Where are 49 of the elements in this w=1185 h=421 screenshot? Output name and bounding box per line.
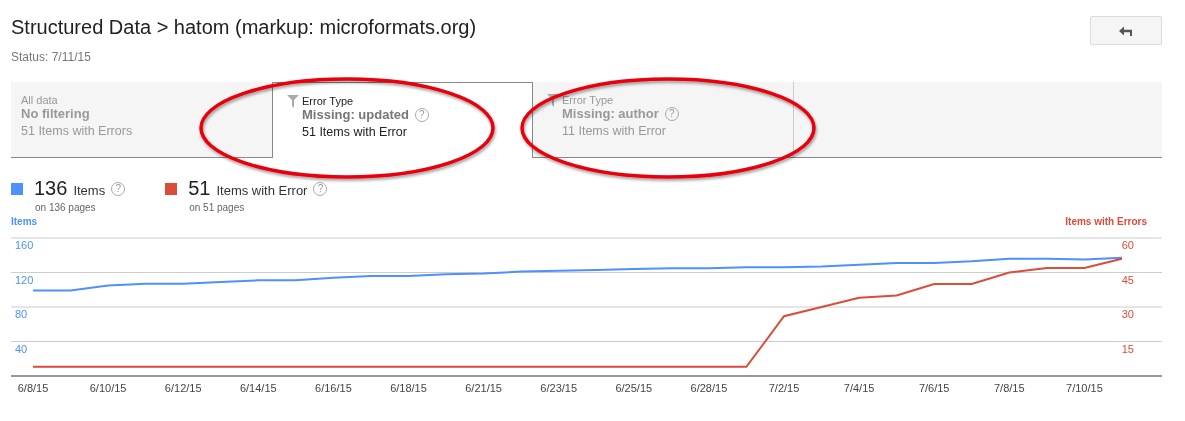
filter-title: Missing: author [562, 106, 659, 121]
filter-title: Missing: updated [302, 107, 409, 122]
legend-subtext: on 136 pages [35, 202, 97, 213]
legend-value: 51 [188, 177, 211, 200]
axis-title: Items [11, 216, 38, 227]
legend-label: Items [73, 183, 106, 198]
back-button[interactable] [1090, 16, 1162, 45]
x-tick-label: 7/2/15 [768, 382, 800, 394]
page-title: Structured Data > hatom (markup: microformats.org) [11, 16, 477, 39]
y-tick-label: 80 [15, 308, 28, 320]
x-tick-label: 7/6/15 [918, 382, 950, 394]
x-tick-label: 6/25/15 [615, 382, 653, 394]
filter-icon [287, 95, 299, 108]
y-tick-label: 120 [15, 273, 34, 286]
y-tick-label: 45 [1121, 273, 1134, 286]
x-tick-label: 6/8/15 [17, 382, 49, 394]
y-tick-label: 160 [15, 239, 34, 251]
x-tick-label: 6/21/15 [465, 382, 502, 394]
back-arrow-icon [1119, 25, 1133, 36]
y-tick-label: 60 [1121, 239, 1134, 251]
y-tick-label: 15 [1121, 342, 1134, 355]
y-tick-label: 40 [15, 342, 28, 355]
status-text: Status: 7/11/15 [11, 50, 92, 64]
filter-tab[interactable]: Error Type Missing: updated ? 51 Items with Error [272, 82, 533, 158]
filter-label: All data [21, 94, 59, 106]
filter-count: 51 Items with Errors [21, 124, 133, 138]
filter-tab[interactable]: All data No filtering 51 Items with Errors [11, 82, 272, 157]
x-tick-label: 7/10/15 [1066, 382, 1103, 394]
legend-label: Items with Error [216, 183, 308, 198]
legend-subtext: on 51 pages [189, 202, 246, 213]
filter-count: 11 Items with Error [562, 124, 667, 138]
y-tick-label: 30 [1121, 308, 1134, 320]
x-tick-label: 6/18/15 [390, 382, 427, 394]
axis-title: Items with Errors [1065, 216, 1147, 227]
x-tick-label: 6/12/15 [164, 382, 202, 394]
filter-label: Error Type [302, 95, 355, 107]
x-tick-label: 6/14/15 [239, 382, 277, 394]
filter-icon [547, 94, 559, 107]
legend-value: 136 [34, 177, 68, 200]
x-tick-label: 6/28/15 [690, 382, 728, 394]
filter-title: No filtering [21, 106, 90, 121]
x-tick-label: 7/8/15 [994, 382, 1025, 394]
filter-label: Error Type [562, 94, 615, 106]
filter-count: 51 Items with Error [302, 125, 408, 139]
x-tick-label: 7/4/15 [843, 382, 875, 394]
x-tick-label: 6/16/15 [315, 382, 352, 394]
x-tick-label: 6/10/15 [89, 382, 127, 394]
filter-tab[interactable]: Error Type Missing: author ? 11 Items with Error [533, 82, 794, 157]
x-tick-label: 6/23/15 [540, 382, 578, 394]
